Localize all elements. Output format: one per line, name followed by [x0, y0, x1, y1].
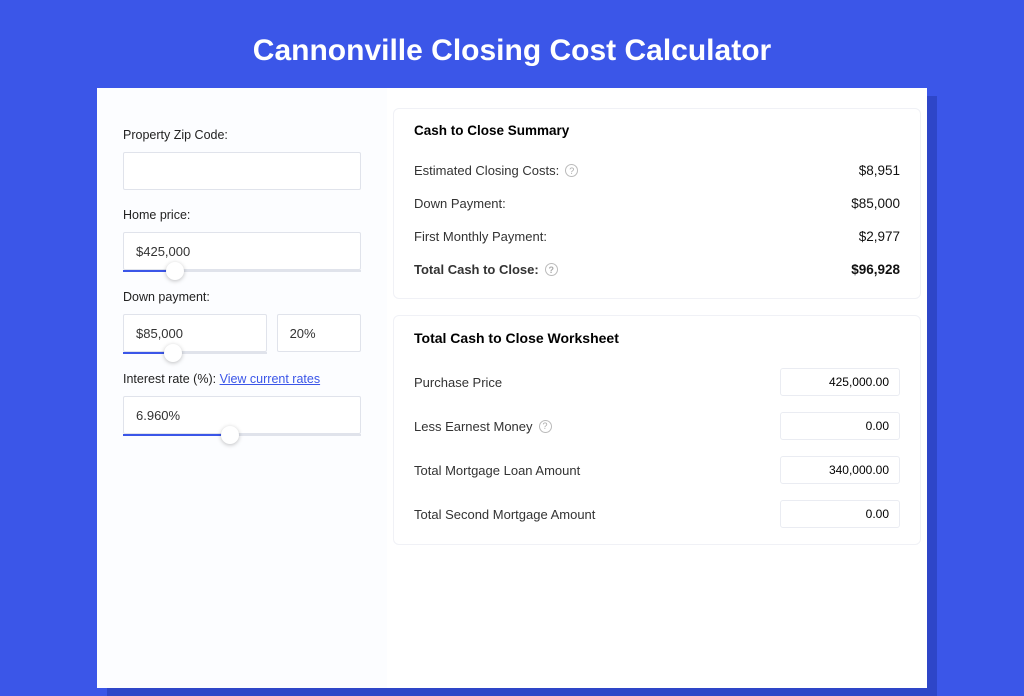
- calculator-card: Property Zip Code: Home price:: [97, 88, 927, 688]
- down-label: Down Payment:: [414, 196, 506, 211]
- down-payment-field: Down payment:: [123, 290, 361, 354]
- down-payment-slider-knob[interactable]: [164, 344, 182, 362]
- zip-input[interactable]: [123, 152, 361, 190]
- help-icon[interactable]: ?: [565, 164, 578, 177]
- inputs-panel: Property Zip Code: Home price:: [97, 88, 387, 688]
- ws-label-1: Less Earnest Money: [414, 419, 533, 434]
- total-label: Total Cash to Close:: [414, 262, 539, 277]
- zip-field: Property Zip Code:: [123, 128, 361, 190]
- summary-title: Cash to Close Summary: [414, 123, 900, 138]
- worksheet-row: Total Mortgage Loan Amount: [414, 448, 900, 492]
- down-payment-slider[interactable]: [123, 352, 267, 354]
- home-price-input[interactable]: [123, 232, 361, 270]
- home-price-slider-knob[interactable]: [166, 262, 184, 280]
- down-payment-input[interactable]: [123, 314, 267, 352]
- ws-input-3[interactable]: [780, 500, 900, 528]
- view-rates-link[interactable]: View current rates: [220, 372, 321, 386]
- home-price-field: Home price:: [123, 208, 361, 272]
- worksheet-row: Less Earnest Money ?: [414, 404, 900, 448]
- summary-row-total: Total Cash to Close: ? $96,928: [414, 253, 900, 286]
- summary-block: Cash to Close Summary Estimated Closing …: [393, 108, 921, 299]
- help-icon[interactable]: ?: [539, 420, 552, 433]
- worksheet-row: Total Second Mortgage Amount: [414, 492, 900, 536]
- ws-label-3: Total Second Mortgage Amount: [414, 507, 595, 522]
- results-panel: Cash to Close Summary Estimated Closing …: [387, 88, 927, 688]
- interest-rate-field: Interest rate (%): View current rates: [123, 372, 361, 436]
- worksheet-title: Total Cash to Close Worksheet: [414, 330, 900, 346]
- ws-input-1[interactable]: [780, 412, 900, 440]
- interest-input[interactable]: [123, 396, 361, 434]
- worksheet-row: Purchase Price: [414, 360, 900, 404]
- down-payment-pct-input[interactable]: [277, 314, 361, 352]
- estimated-label: Estimated Closing Costs:: [414, 163, 559, 178]
- summary-row-down: Down Payment: $85,000: [414, 187, 900, 220]
- zip-label: Property Zip Code:: [123, 128, 361, 142]
- ws-label-0: Purchase Price: [414, 375, 502, 390]
- worksheet-block: Total Cash to Close Worksheet Purchase P…: [393, 315, 921, 545]
- ws-input-0[interactable]: [780, 368, 900, 396]
- down-value: $85,000: [851, 196, 900, 211]
- ws-label-2: Total Mortgage Loan Amount: [414, 463, 580, 478]
- summary-row-estimated: Estimated Closing Costs: ? $8,951: [414, 154, 900, 187]
- help-icon[interactable]: ?: [545, 263, 558, 276]
- interest-label: Interest rate (%):: [123, 372, 216, 386]
- first-monthly-value: $2,977: [859, 229, 900, 244]
- first-monthly-label: First Monthly Payment:: [414, 229, 547, 244]
- calculator-shell: Property Zip Code: Home price:: [97, 88, 927, 688]
- page-root: Cannonville Closing Cost Calculator Prop…: [0, 0, 1024, 512]
- page-title: Cannonville Closing Cost Calculator: [0, 0, 1024, 88]
- ws-input-2[interactable]: [780, 456, 900, 484]
- total-value: $96,928: [851, 262, 900, 277]
- estimated-value: $8,951: [859, 163, 900, 178]
- interest-slider[interactable]: [123, 434, 361, 436]
- down-payment-label: Down payment:: [123, 290, 361, 304]
- home-price-slider[interactable]: [123, 270, 361, 272]
- summary-row-first-monthly: First Monthly Payment: $2,977: [414, 220, 900, 253]
- home-price-label: Home price:: [123, 208, 361, 222]
- interest-label-row: Interest rate (%): View current rates: [123, 372, 361, 386]
- interest-slider-knob[interactable]: [221, 426, 239, 444]
